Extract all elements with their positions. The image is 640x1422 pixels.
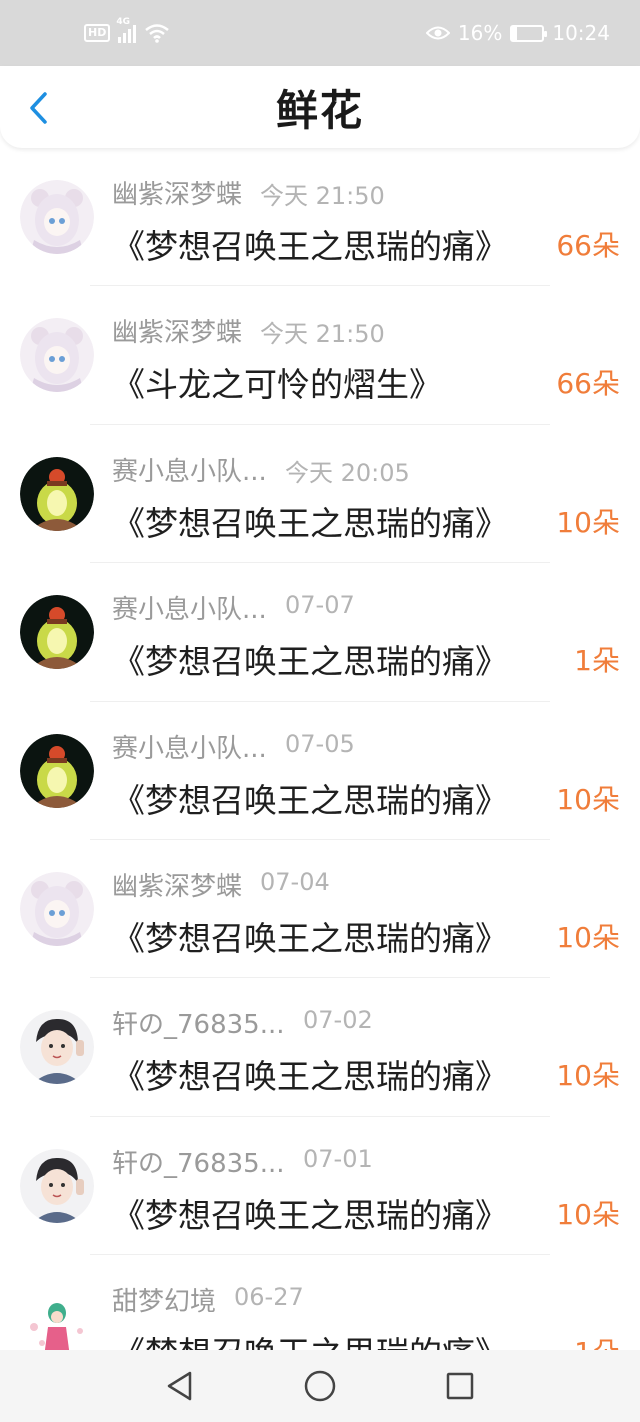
send-time: 07-01 bbox=[303, 1144, 373, 1173]
send-time: 06-27 bbox=[234, 1283, 304, 1312]
system-home-button[interactable] bbox=[300, 1366, 340, 1406]
recents-square-icon bbox=[446, 1372, 474, 1400]
work-title[interactable]: 《梦想召唤王之思瑞的痛》 bbox=[112, 774, 508, 822]
work-title[interactable]: 《梦想召唤王之思瑞的痛》 bbox=[112, 635, 508, 683]
system-back-button[interactable] bbox=[160, 1366, 200, 1406]
work-title[interactable]: 《梦想召唤王之思瑞的痛》 bbox=[112, 1189, 508, 1237]
user-avatar[interactable] bbox=[20, 595, 94, 670]
signal-icon: 4G bbox=[116, 17, 137, 43]
record-row[interactable]: 赛小息小队... 07-07 《梦想召唤王之思瑞的痛》 1朵 bbox=[0, 563, 640, 702]
system-nav-bar bbox=[0, 1350, 640, 1422]
work-title[interactable]: 《斗龙之可怜的熠生》 bbox=[112, 358, 442, 406]
sender-name[interactable]: 幽紫深梦蝶 bbox=[112, 312, 242, 349]
send-time: 07-07 bbox=[285, 591, 355, 620]
battery-icon: ⚡ bbox=[510, 24, 548, 42]
flower-count: 10朵 bbox=[556, 1197, 620, 1231]
user-avatar[interactable] bbox=[20, 456, 94, 531]
record-row[interactable]: 幽紫深梦蝶 07-04 《梦想召唤王之思瑞的痛》 10朵 bbox=[0, 840, 640, 979]
flower-count: 66朵 bbox=[556, 229, 620, 262]
record-row[interactable]: 赛小息小队... 今天 20:05 《梦想召唤王之思瑞的痛》 10朵 bbox=[0, 425, 640, 564]
chevron-left-icon bbox=[30, 92, 47, 124]
user-avatar[interactable] bbox=[20, 1010, 94, 1085]
flower-count: 1朵 bbox=[574, 1331, 620, 1350]
hd-icon: HD bbox=[84, 24, 111, 42]
back-button[interactable] bbox=[20, 88, 56, 128]
record-row[interactable]: 甜梦幻境 06-27 《梦想召唤王之思瑞的痛》 1朵 bbox=[0, 1255, 640, 1350]
record-row[interactable]: 赛小息小队... 07-05 《梦想召唤王之思瑞的痛》 10朵 bbox=[0, 702, 640, 840]
sender-name[interactable]: 幽紫深梦蝶 bbox=[112, 174, 242, 211]
home-circle-icon bbox=[304, 1370, 336, 1402]
sender-name[interactable]: 赛小息小队... bbox=[112, 451, 267, 488]
flower-count: 10朵 bbox=[556, 920, 620, 954]
flower-count: 1朵 bbox=[574, 644, 620, 678]
status-left: HD 4G bbox=[84, 17, 170, 43]
user-avatar[interactable] bbox=[20, 180, 94, 254]
back-triangle-icon bbox=[167, 1371, 192, 1401]
sender-name[interactable]: 甜梦幻境 bbox=[112, 1281, 216, 1318]
work-title[interactable]: 《梦想召唤王之思瑞的痛》 bbox=[112, 1327, 508, 1350]
eye-icon bbox=[425, 26, 450, 40]
status-bar: HD 4G 16% ⚡ 10:24 bbox=[0, 0, 640, 66]
wifi-icon bbox=[145, 24, 170, 43]
network-type: 4G bbox=[116, 17, 130, 27]
clock: 10:24 bbox=[552, 21, 610, 45]
flower-count: 10朵 bbox=[556, 782, 620, 816]
record-row[interactable]: 幽紫深梦蝶 今天 21:50 《梦想召唤王之思瑞的痛》 66朵 bbox=[0, 148, 640, 287]
flower-count: 10朵 bbox=[556, 505, 620, 539]
sender-name[interactable]: 赛小息小队... bbox=[112, 728, 267, 765]
header: 鲜花 bbox=[0, 66, 640, 148]
record-row[interactable]: 轩の_76835... 07-02 《梦想召唤王之思瑞的痛》 10朵 bbox=[0, 978, 640, 1117]
battery-percent: 16% bbox=[457, 21, 503, 45]
flower-records-list[interactable]: 幽紫深梦蝶 今天 21:50 《梦想召唤王之思瑞的痛》 66朵 幽紫深梦蝶 今天 21:5… bbox=[0, 148, 640, 1350]
record-row[interactable]: 轩の_76835... 07-01 《梦想召唤王之思瑞的痛》 10朵 bbox=[0, 1117, 640, 1256]
send-time: 07-05 bbox=[285, 729, 355, 758]
user-avatar[interactable] bbox=[20, 1287, 94, 1350]
record-row[interactable]: 幽紫深梦蝶 今天 21:50 《斗龙之可怜的熠生》 66朵 bbox=[0, 286, 640, 425]
sender-name[interactable]: 赛小息小队... bbox=[112, 589, 267, 626]
flower-count: 10朵 bbox=[556, 1059, 620, 1093]
user-avatar[interactable] bbox=[20, 318, 94, 393]
work-title[interactable]: 《梦想召唤王之思瑞的痛》 bbox=[112, 912, 508, 960]
status-right: 16% ⚡ 10:24 bbox=[425, 21, 610, 45]
system-recents-button[interactable] bbox=[440, 1366, 480, 1406]
send-time: 今天 20:05 bbox=[285, 458, 410, 487]
send-time: 今天 21:50 bbox=[260, 320, 385, 349]
sender-name[interactable]: 幽紫深梦蝶 bbox=[112, 866, 242, 903]
sender-name[interactable]: 轩の_76835... bbox=[112, 1143, 285, 1180]
sender-name[interactable]: 轩の_76835... bbox=[112, 1004, 285, 1041]
user-avatar[interactable] bbox=[20, 1148, 94, 1223]
send-time: 今天 21:50 bbox=[260, 182, 385, 210]
send-time: 07-04 bbox=[260, 867, 330, 896]
work-title[interactable]: 《梦想召唤王之思瑞的痛》 bbox=[112, 497, 508, 545]
work-title[interactable]: 《梦想召唤王之思瑞的痛》 bbox=[112, 220, 508, 268]
page-title: 鲜花 bbox=[275, 85, 364, 135]
flower-count: 66朵 bbox=[556, 367, 620, 401]
work-title[interactable]: 《梦想召唤王之思瑞的痛》 bbox=[112, 1050, 508, 1098]
user-avatar[interactable] bbox=[20, 871, 94, 946]
send-time: 07-02 bbox=[303, 1006, 373, 1035]
user-avatar[interactable] bbox=[20, 733, 94, 808]
